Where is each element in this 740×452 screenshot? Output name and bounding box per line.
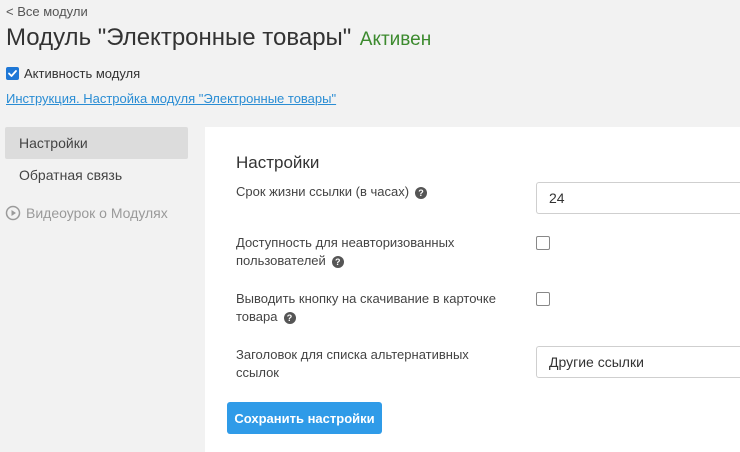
module-activity-toggle[interactable]: Активность модуля — [6, 66, 140, 81]
page-header: Модуль "Электронные товары" Активен — [6, 24, 431, 52]
status-badge: Активен — [359, 29, 432, 50]
link-lifetime-label: Срок жизни ссылки (в часах)? — [236, 183, 428, 201]
download-button-label: Выводить кнопку на скачивание в карточке… — [236, 290, 496, 326]
alt-links-header-label: Заголовок для списка альтернативных ссыл… — [236, 346, 469, 382]
back-to-modules-link[interactable]: < Все модули — [6, 4, 88, 19]
sidebar: Настройки Обратная связь Видеоурок о Мод… — [5, 127, 188, 221]
alt-links-header-input[interactable]: Другие ссылки — [536, 346, 740, 378]
unauthorized-access-checkbox[interactable] — [536, 236, 550, 250]
unauthorized-access-label-line2: пользователей — [236, 253, 326, 268]
link-lifetime-label-text: Срок жизни ссылки (в часах) — [236, 184, 410, 199]
video-tutorial-label: Видеоурок о Модулях — [26, 205, 168, 221]
sidebar-item-label: Настройки — [19, 135, 88, 151]
alt-links-header-label-line2: ссылок — [236, 365, 279, 380]
page-title: Модуль "Электронные товары" — [6, 24, 352, 51]
download-button-label-line2: товара — [236, 309, 278, 324]
help-icon[interactable]: ? — [331, 255, 344, 268]
sidebar-item-label: Обратная связь — [19, 167, 123, 183]
video-tutorial-link[interactable]: Видеоурок о Модулях — [5, 205, 188, 221]
unauthorized-access-label-line1: Доступность для неавторизованных — [236, 235, 455, 250]
module-activity-label: Активность модуля — [24, 66, 141, 81]
sidebar-item-settings[interactable]: Настройки — [5, 127, 188, 159]
help-icon[interactable]: ? — [415, 186, 428, 199]
alt-links-header-label-line1: Заголовок для списка альтернативных — [236, 347, 469, 362]
play-circle-icon — [5, 205, 21, 221]
checkmark-icon — [8, 70, 17, 77]
help-icon[interactable]: ? — [283, 311, 296, 324]
settings-title: Настройки — [236, 153, 320, 172]
save-settings-button[interactable]: Сохранить настройки — [227, 402, 382, 434]
unauthorized-access-label: Доступность для неавторизованных пользов… — [236, 234, 454, 270]
sidebar-item-feedback[interactable]: Обратная связь — [5, 159, 188, 191]
instruction-link[interactable]: Инструкция. Настройка модуля "Электронны… — [6, 91, 336, 106]
download-button-checkbox[interactable] — [536, 292, 550, 306]
download-button-label-line1: Выводить кнопку на скачивание в карточке — [236, 291, 496, 306]
link-lifetime-input[interactable]: 24 — [536, 182, 740, 214]
module-activity-checkbox[interactable] — [6, 67, 19, 80]
settings-panel: Настройки Срок жизни ссылки (в часах)? 2… — [205, 127, 740, 452]
